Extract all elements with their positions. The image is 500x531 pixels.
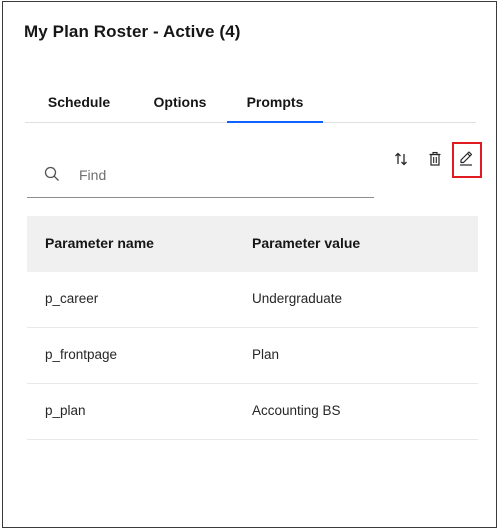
- table-row[interactable]: p_career Undergraduate: [27, 272, 478, 328]
- tab-bar: Schedule Options Prompts: [25, 88, 476, 123]
- tab-options[interactable]: Options: [133, 88, 227, 121]
- trash-icon: [427, 151, 443, 172]
- parameter-value-cell: Accounting BS: [252, 403, 341, 418]
- sort-button[interactable]: [389, 149, 413, 173]
- tab-schedule[interactable]: Schedule: [25, 88, 133, 121]
- delete-button[interactable]: [423, 149, 447, 173]
- edit-button[interactable]: [455, 146, 477, 172]
- parameter-value-cell: Plan: [252, 347, 280, 362]
- column-header-name: Parameter name: [45, 235, 154, 251]
- search-field[interactable]: [27, 152, 374, 198]
- parameter-name-cell: p_plan: [45, 403, 86, 418]
- pencil-icon: [458, 148, 474, 171]
- sort-icon: [393, 151, 409, 172]
- parameter-value-cell: Undergraduate: [252, 291, 343, 306]
- parameter-name-cell: p_frontpage: [45, 347, 118, 362]
- parameter-name-cell: p_career: [45, 291, 99, 306]
- prompts-panel: My Plan Roster - Active (4) Schedule Opt…: [2, 1, 497, 528]
- column-header-value: Parameter value: [252, 235, 361, 251]
- table-row[interactable]: p_plan Accounting BS: [27, 384, 478, 440]
- panel-title: My Plan Roster - Active (4): [24, 22, 241, 41]
- table-row[interactable]: p_frontpage Plan: [27, 328, 478, 384]
- search-input[interactable]: [77, 162, 361, 188]
- tab-prompts[interactable]: Prompts: [227, 88, 323, 123]
- search-icon: [43, 165, 61, 183]
- parameters-table: Parameter name Parameter value p_career …: [27, 216, 478, 440]
- table-header: Parameter name Parameter value: [27, 216, 478, 272]
